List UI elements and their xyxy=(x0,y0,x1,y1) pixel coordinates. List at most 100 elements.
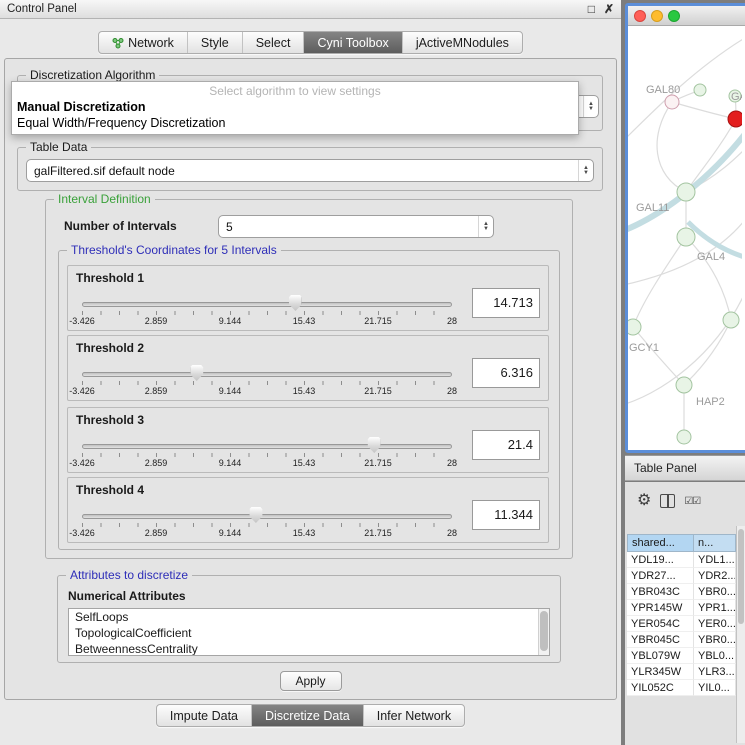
column-header[interactable]: shared... xyxy=(627,534,694,552)
apply-button[interactable]: Apply xyxy=(280,671,342,691)
list-scrollbar[interactable] xyxy=(538,609,549,655)
tab-label: Impute Data xyxy=(170,709,238,723)
network-node-selected[interactable] xyxy=(728,111,742,127)
slider-track[interactable] xyxy=(82,444,452,449)
columns-icon[interactable] xyxy=(660,494,675,508)
numerical-attribute-item[interactable]: TopologicalCoefficient xyxy=(69,625,549,641)
table-cell[interactable]: YLR3... xyxy=(694,664,736,680)
tab-network[interactable]: Network xyxy=(99,32,188,53)
table-cell[interactable]: YER054C xyxy=(627,616,694,632)
slider-scale-label: 15.43 xyxy=(293,458,316,468)
table-cell[interactable]: YBL079W xyxy=(627,648,694,664)
threshold-slider[interactable]: -3.4262.8599.14415.4321.71528 xyxy=(82,300,452,328)
network-node[interactable] xyxy=(665,95,679,109)
table-data-combo[interactable]: galFiltered.sif default node ▲ ▼ xyxy=(26,159,594,182)
table-row[interactable]: YER054CYER0... xyxy=(627,616,736,632)
scrollbar-thumb[interactable] xyxy=(738,529,744,624)
table-cell[interactable]: YBR043C xyxy=(627,584,694,600)
slider-ticks xyxy=(82,523,452,527)
tab-infer-network[interactable]: Infer Network xyxy=(364,705,464,726)
table-cell[interactable]: YBR0... xyxy=(694,632,736,648)
slider-scale-label: 28 xyxy=(447,386,457,396)
control-panel-titlebar: Control Panel □ ✗ xyxy=(0,0,621,19)
tab-style[interactable]: Style xyxy=(188,32,243,53)
network-node[interactable] xyxy=(677,430,691,444)
tab-label: jActiveMNodules xyxy=(416,36,509,50)
slider-scale-label: 21.715 xyxy=(364,528,392,538)
table-row[interactable]: YIL052CYIL0... xyxy=(627,680,736,696)
gear-icon[interactable]: ⚙ xyxy=(637,493,651,509)
table-row[interactable]: YDR27...YDR2... xyxy=(627,568,736,584)
slider-track[interactable] xyxy=(82,514,452,519)
tab-cyni-toolbox[interactable]: Cyni Toolbox xyxy=(304,32,402,53)
group-label: Table Data xyxy=(26,140,91,154)
threshold-slider[interactable]: -3.4262.8599.14415.4321.71528 xyxy=(82,512,452,540)
threshold-value-field[interactable]: 6.316 xyxy=(472,358,540,388)
group-label: Interval Definition xyxy=(54,192,155,206)
table-cell[interactable]: YDL1... xyxy=(694,552,736,568)
network-node[interactable] xyxy=(677,228,695,246)
table-scrollbar[interactable] xyxy=(736,526,745,743)
column-header[interactable]: n... xyxy=(694,534,736,552)
tab-jactivemnodules[interactable]: jActiveMNodules xyxy=(403,32,522,53)
network-node[interactable] xyxy=(676,377,692,393)
number-of-intervals-combo[interactable]: 5 ▲ ▼ xyxy=(218,215,494,238)
slider-handle[interactable] xyxy=(249,507,262,523)
network-node[interactable] xyxy=(694,84,706,96)
slider-scale-label: -3.426 xyxy=(69,528,95,538)
numerical-attribute-item[interactable]: BetweennessCentrality xyxy=(69,641,549,656)
network-node[interactable] xyxy=(723,312,739,328)
table-row[interactable]: YLR345WYLR3... xyxy=(627,664,736,680)
table-cell[interactable]: YBL0... xyxy=(694,648,736,664)
table-cell[interactable]: YDR27... xyxy=(627,568,694,584)
network-canvas-area[interactable]: GAL80 GA GAL11 GAL4 GCY1 HAP2 xyxy=(628,26,745,450)
slider-scale: -3.4262.8599.14415.4321.71528 xyxy=(82,458,452,469)
table-row[interactable]: YDL19...YDL1... xyxy=(627,552,736,568)
table-cell[interactable]: YBR045C xyxy=(627,632,694,648)
dropdown-item-manual-discretization[interactable]: Manual Discretization xyxy=(12,99,578,115)
dropdown-prompt: Select algorithm to view settings xyxy=(12,83,578,99)
table-cell[interactable]: YIL0... xyxy=(694,680,736,696)
network-canvas[interactable]: GAL80 GA GAL11 GAL4 GCY1 HAP2 xyxy=(628,26,742,450)
table-cell[interactable]: YBR0... xyxy=(694,584,736,600)
slider-track[interactable] xyxy=(82,302,452,307)
close-button[interactable] xyxy=(634,10,646,22)
select-rows-icon[interactable]: ☑☑ xyxy=(684,496,700,507)
close-icon[interactable]: ✗ xyxy=(604,3,614,15)
slider-scale-label: 28 xyxy=(447,528,457,538)
threshold-slider[interactable]: -3.4262.8599.14415.4321.71528 xyxy=(82,370,452,398)
numerical-attribute-item[interactable]: SelfLoops xyxy=(69,609,549,625)
scrollbar-thumb[interactable] xyxy=(540,611,548,651)
tab-discretize-data[interactable]: Discretize Data xyxy=(252,705,364,726)
threshold-value-field[interactable]: 14.713 xyxy=(472,288,540,318)
table-cell[interactable]: YPR1... xyxy=(694,600,736,616)
table-row[interactable]: YBR045CYBR0... xyxy=(627,632,736,648)
threshold-slider[interactable]: -3.4262.8599.14415.4321.71528 xyxy=(82,442,452,470)
network-node[interactable] xyxy=(677,183,695,201)
table-rows: YDL19...YDL1...YDR27...YDR2...YBR043CYBR… xyxy=(627,552,736,696)
network-node[interactable] xyxy=(628,319,641,335)
threshold-value-field[interactable]: 11.344 xyxy=(472,500,540,530)
minimize-button[interactable] xyxy=(651,10,663,22)
table-row[interactable]: YBR043CYBR0... xyxy=(627,584,736,600)
table-cell[interactable]: YLR345W xyxy=(627,664,694,680)
zoom-button[interactable] xyxy=(668,10,680,22)
table-row[interactable]: YBL079WYBL0... xyxy=(627,648,736,664)
slider-handle[interactable] xyxy=(190,365,203,381)
tab-impute-data[interactable]: Impute Data xyxy=(157,705,252,726)
slider-handle[interactable] xyxy=(289,295,302,311)
table-cell[interactable]: YDL19... xyxy=(627,552,694,568)
float-window-icon[interactable]: □ xyxy=(588,3,595,15)
table-cell[interactable]: YPR145W xyxy=(627,600,694,616)
slider-track[interactable] xyxy=(82,372,452,377)
slider-handle[interactable] xyxy=(368,437,381,453)
numerical-attributes-list[interactable]: SelfLoopsTopologicalCoefficientBetweenne… xyxy=(68,608,550,656)
slider-scale-label: 9.144 xyxy=(219,458,242,468)
table-row[interactable]: YPR145WYPR1... xyxy=(627,600,736,616)
table-cell[interactable]: YDR2... xyxy=(694,568,736,584)
table-cell[interactable]: YER0... xyxy=(694,616,736,632)
dropdown-item-equal-width-frequency[interactable]: Equal Width/Frequency Discretization xyxy=(12,115,578,131)
tab-select[interactable]: Select xyxy=(243,32,305,53)
threshold-value-field[interactable]: 21.4 xyxy=(472,430,540,460)
table-cell[interactable]: YIL052C xyxy=(627,680,694,696)
